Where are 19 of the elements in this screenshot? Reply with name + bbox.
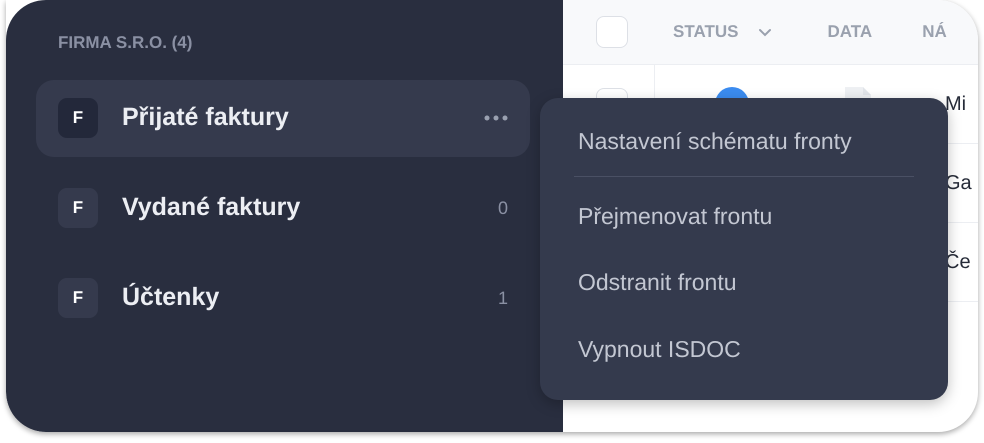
item-count: 1 bbox=[498, 286, 508, 310]
more-icon[interactable] bbox=[484, 115, 508, 121]
table-cell-text: Mi bbox=[945, 92, 966, 117]
sidebar-item[interactable]: F Přijaté faktury bbox=[36, 80, 530, 156]
column-header: NÁ bbox=[922, 21, 947, 44]
checkbox[interactable] bbox=[596, 88, 628, 98]
menu-item[interactable]: Vypnout ISDOC bbox=[540, 316, 948, 382]
sidebar-item[interactable]: F Vydané faktury 0 bbox=[36, 170, 530, 246]
letter-badge: F bbox=[58, 188, 98, 228]
sidebar-item[interactable]: F Účtenky 1 bbox=[36, 260, 530, 336]
item-count: 0 bbox=[498, 196, 508, 220]
sidebar-heading: FIRMA S.R.O. (4) bbox=[58, 32, 192, 54]
column-header: DATA bbox=[827, 21, 872, 44]
menu-item[interactable]: Odstranit frontu bbox=[540, 249, 948, 316]
menu-item[interactable]: Nastavení schématu fronty bbox=[540, 108, 948, 174]
letter-badge: F bbox=[58, 278, 98, 318]
checkbox[interactable] bbox=[596, 16, 628, 48]
menu-item[interactable]: Přejmenovat frontu bbox=[540, 182, 948, 249]
letter-badge: F bbox=[58, 98, 98, 138]
